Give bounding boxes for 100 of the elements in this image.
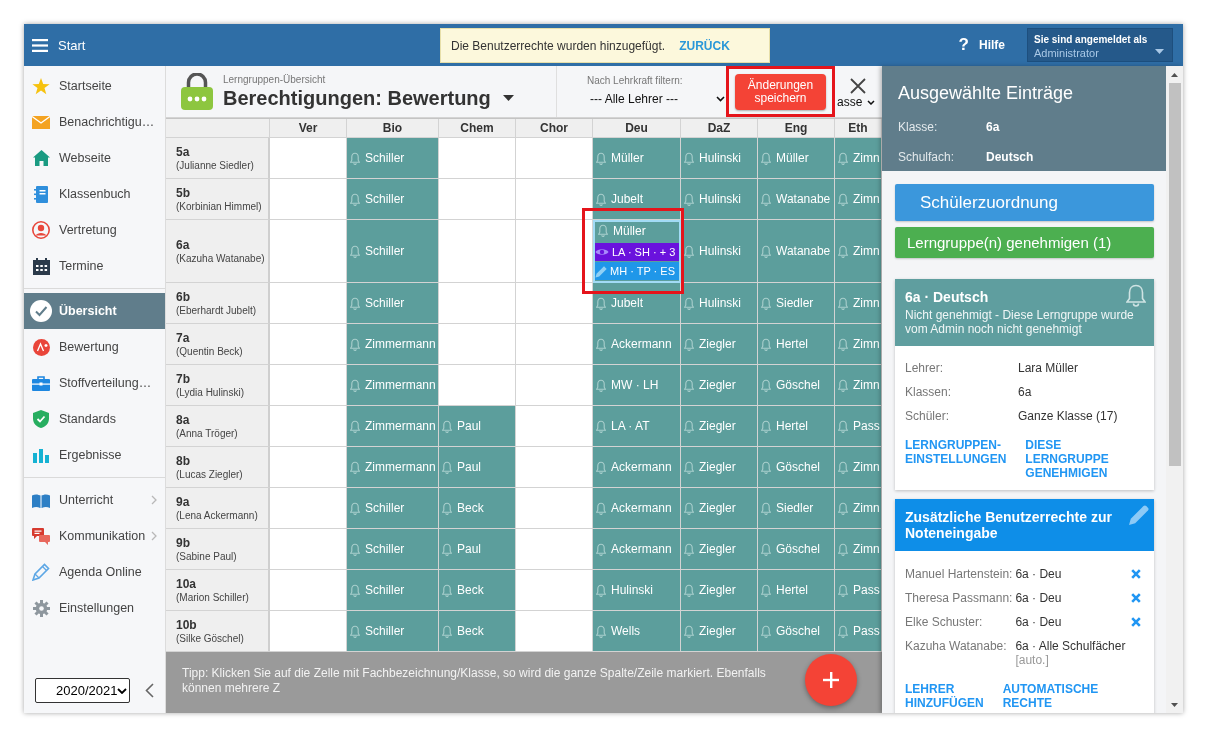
remove-icon[interactable] [1131, 617, 1141, 627]
group-cell[interactable]: Ziegler [681, 406, 758, 447]
sidebar-item[interactable]: Webseite [24, 140, 165, 176]
group-cell[interactable]: Ackermann [593, 447, 681, 488]
group-cell[interactable]: Müller LA · SH · + 3 MH · TP · ES [593, 220, 681, 283]
group-cell[interactable]: Hertel [758, 570, 835, 611]
collapse-chevron-icon[interactable] [145, 683, 154, 698]
group-cell[interactable]: Watanabe [758, 179, 835, 220]
group-cell[interactable]: Ziegler [681, 447, 758, 488]
column-header[interactable]: Eng [758, 119, 835, 138]
remove-icon[interactable] [1131, 593, 1141, 603]
group-cell[interactable]: Hertel [758, 324, 835, 365]
group-cell[interactable]: Ziegler [681, 529, 758, 570]
group-cell[interactable]: Ackermann [593, 488, 681, 529]
group-cell[interactable]: Hulinski [681, 283, 758, 324]
scroll-up-icon[interactable] [1171, 73, 1178, 77]
group-cell[interactable]: Ziegler [681, 611, 758, 652]
column-header[interactable]: Chem [439, 119, 516, 138]
save-changes-button[interactable]: Änderungen speichern [735, 73, 826, 110]
sidebar-item[interactable]: Standards [24, 401, 165, 437]
sidebar-item[interactable]: Startseite [24, 68, 165, 104]
card-link[interactable]: DIESE LERNGRUPPE GENEHMIGEN [1025, 438, 1109, 480]
row-header[interactable]: 8b (Lucas Ziegler) [166, 447, 270, 488]
year-select[interactable]: 2020/2021 [35, 678, 130, 703]
scrollbar-thumb[interactable] [1168, 83, 1181, 466]
sidebar-item[interactable]: Stoffverteilung… [24, 365, 165, 401]
group-cell[interactable]: Pass [835, 570, 882, 611]
group-cell[interactable]: Zimmermann [347, 406, 439, 447]
group-cell[interactable]: Ackermann [593, 529, 681, 570]
card-link[interactable]: LERNGRUPPEN-EINSTELLUNGEN [905, 438, 1007, 480]
group-cell[interactable]: Jubelt [593, 179, 681, 220]
column-header[interactable]: Eth [835, 119, 882, 138]
group-cell[interactable]: Hulinski [681, 138, 758, 179]
group-cell[interactable]: Göschel [758, 611, 835, 652]
group-cell[interactable]: Schiller [347, 570, 439, 611]
group-cell[interactable]: Müller [593, 138, 681, 179]
group-cell[interactable]: Watanabe [758, 220, 835, 283]
caret-down-icon[interactable] [502, 94, 514, 101]
group-cell[interactable]: Müller [758, 138, 835, 179]
help-button[interactable]: ? Hilfe [958, 35, 1005, 55]
group-cell[interactable]: Zimn [835, 324, 882, 365]
approve-groups-button[interactable]: Lerngruppe(n) genehmigen (1) [895, 227, 1154, 258]
column-header[interactable]: Chor [516, 119, 593, 138]
card-link[interactable]: LEHRER HINZUFÜGEN [905, 682, 984, 710]
group-cell[interactable]: Ziegler [681, 570, 758, 611]
column-header[interactable]: Ver [270, 119, 347, 138]
group-cell[interactable]: Wells [593, 611, 681, 652]
group-cell[interactable]: LA · AT [593, 406, 681, 447]
group-cell[interactable]: Beck [439, 611, 516, 652]
sidebar-item[interactable]: Übersicht [24, 293, 165, 329]
group-cell[interactable]: Ziegler [681, 488, 758, 529]
group-cell[interactable]: Schiller [347, 138, 439, 179]
sidebar-item[interactable]: Termine [24, 248, 165, 284]
group-cell[interactable]: Hulinski [681, 220, 758, 283]
group-cell[interactable]: Pass [835, 406, 882, 447]
group-cell[interactable]: Paul [439, 447, 516, 488]
group-cell[interactable]: Zimn [835, 179, 882, 220]
sidebar-item[interactable]: Einstellungen [24, 590, 165, 626]
group-cell[interactable]: Schiller [347, 179, 439, 220]
student-assignment-button[interactable]: Schülerzuordnung [895, 184, 1154, 221]
close-icon[interactable] [850, 78, 866, 94]
class-filter-select[interactable]: asse [837, 95, 876, 109]
group-cell[interactable]: Pass [835, 611, 882, 652]
group-cell[interactable]: Ziegler [681, 365, 758, 406]
group-cell[interactable]: Schiller [347, 611, 439, 652]
group-cell[interactable]: Zimn [835, 220, 882, 283]
group-cell[interactable]: Zimn [835, 488, 882, 529]
group-cell[interactable]: Siedler [758, 283, 835, 324]
start-menu-button[interactable]: Start [32, 37, 86, 53]
row-header[interactable]: 10b (Silke Göschel) [166, 611, 270, 652]
group-cell[interactable]: Schiller [347, 283, 439, 324]
sidebar-item[interactable]: Vertretung [24, 212, 165, 248]
sidebar-item[interactable]: Ergebnisse [24, 437, 165, 473]
row-header[interactable]: 6b (Eberhardt Jubelt) [166, 283, 270, 324]
teacher-filter-select[interactable]: --- Alle Lehrer --- [587, 90, 725, 108]
group-cell[interactable]: Beck [439, 488, 516, 529]
pencil-icon[interactable] [1128, 504, 1150, 526]
row-header[interactable]: 10a (Marion Schiller) [166, 570, 270, 611]
group-cell[interactable]: Paul [439, 529, 516, 570]
sidebar-item[interactable]: Bewertung [24, 329, 165, 365]
group-cell[interactable]: Zimmermann [347, 365, 439, 406]
group-cell[interactable]: Ziegler [681, 324, 758, 365]
page-title[interactable]: Berechtigungen: Bewertung [223, 85, 491, 110]
row-header[interactable]: 9a (Lena Ackermann) [166, 488, 270, 529]
group-cell[interactable]: Zimn [835, 447, 882, 488]
row-header[interactable]: 7a (Quentin Beck) [166, 324, 270, 365]
group-cell[interactable]: Hulinski [593, 570, 681, 611]
column-header[interactable]: Bio [347, 119, 439, 138]
sidebar-item[interactable]: Agenda Online [24, 554, 165, 590]
card-link[interactable]: AUTOMATISCHE RECHTE [1002, 682, 1099, 710]
group-cell[interactable]: Zimn [835, 529, 882, 570]
group-cell[interactable]: Siedler [758, 488, 835, 529]
sidebar-item[interactable]: Kommunikation [24, 518, 165, 554]
row-header[interactable]: 7b (Lydia Hulinski) [166, 365, 270, 406]
row-header[interactable]: 8a (Anna Tröger) [166, 406, 270, 447]
group-cell[interactable]: Zimn [835, 283, 882, 324]
undo-link[interactable]: ZURÜCK [679, 38, 730, 53]
group-cell[interactable]: Göschel [758, 365, 835, 406]
group-cell[interactable]: Hertel [758, 406, 835, 447]
group-cell[interactable]: Paul [439, 406, 516, 447]
